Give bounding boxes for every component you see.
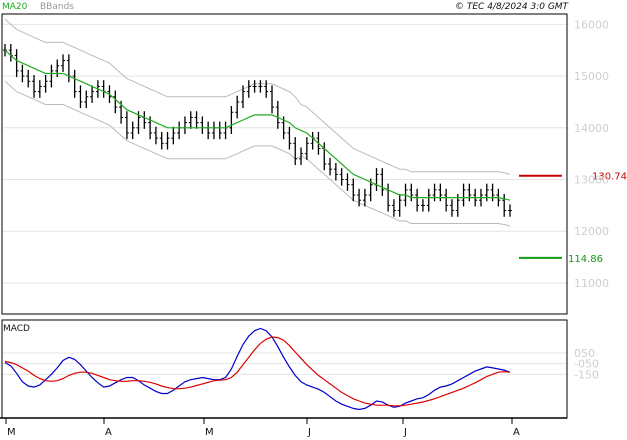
price-frame xyxy=(1,13,568,315)
month-label: J xyxy=(403,427,407,438)
macd-line xyxy=(4,327,511,411)
ma20-series xyxy=(4,49,511,201)
macd-title: MACD xyxy=(3,324,30,334)
ma20-line xyxy=(4,49,511,201)
signal-line xyxy=(4,336,511,407)
price-bars xyxy=(3,44,512,217)
macd-tick-label: -150 xyxy=(574,368,599,381)
price-tick-label: 13000 xyxy=(574,174,609,187)
price-tick-label: 14000 xyxy=(574,122,609,135)
price-tick-label: 11000 xyxy=(574,277,609,290)
gridlines xyxy=(2,23,567,375)
price-tick-label: 16000 xyxy=(574,18,609,31)
month-label: A xyxy=(513,427,520,438)
month-label: M xyxy=(7,427,16,438)
month-label: M xyxy=(205,427,214,438)
price-levels: 130.74114.86 xyxy=(519,172,627,265)
price-tick-label: 15000 xyxy=(574,70,609,83)
ma20-legend: MA20 xyxy=(2,2,28,12)
month-label: A xyxy=(105,427,112,438)
stock-chart: 130.74114.86 11000 12000 13000 14000 15000 16… xyxy=(0,2,627,438)
chart-frame xyxy=(0,13,568,424)
price-tick-label: 12000 xyxy=(574,225,609,238)
month-label: J xyxy=(307,427,311,438)
source-stamp: © TEC 4/8/2024 3:0 GMT xyxy=(455,2,570,12)
bbands-legend: BBands xyxy=(40,2,74,12)
support-label: 114.86 xyxy=(568,254,603,265)
macd-panel xyxy=(4,327,511,411)
